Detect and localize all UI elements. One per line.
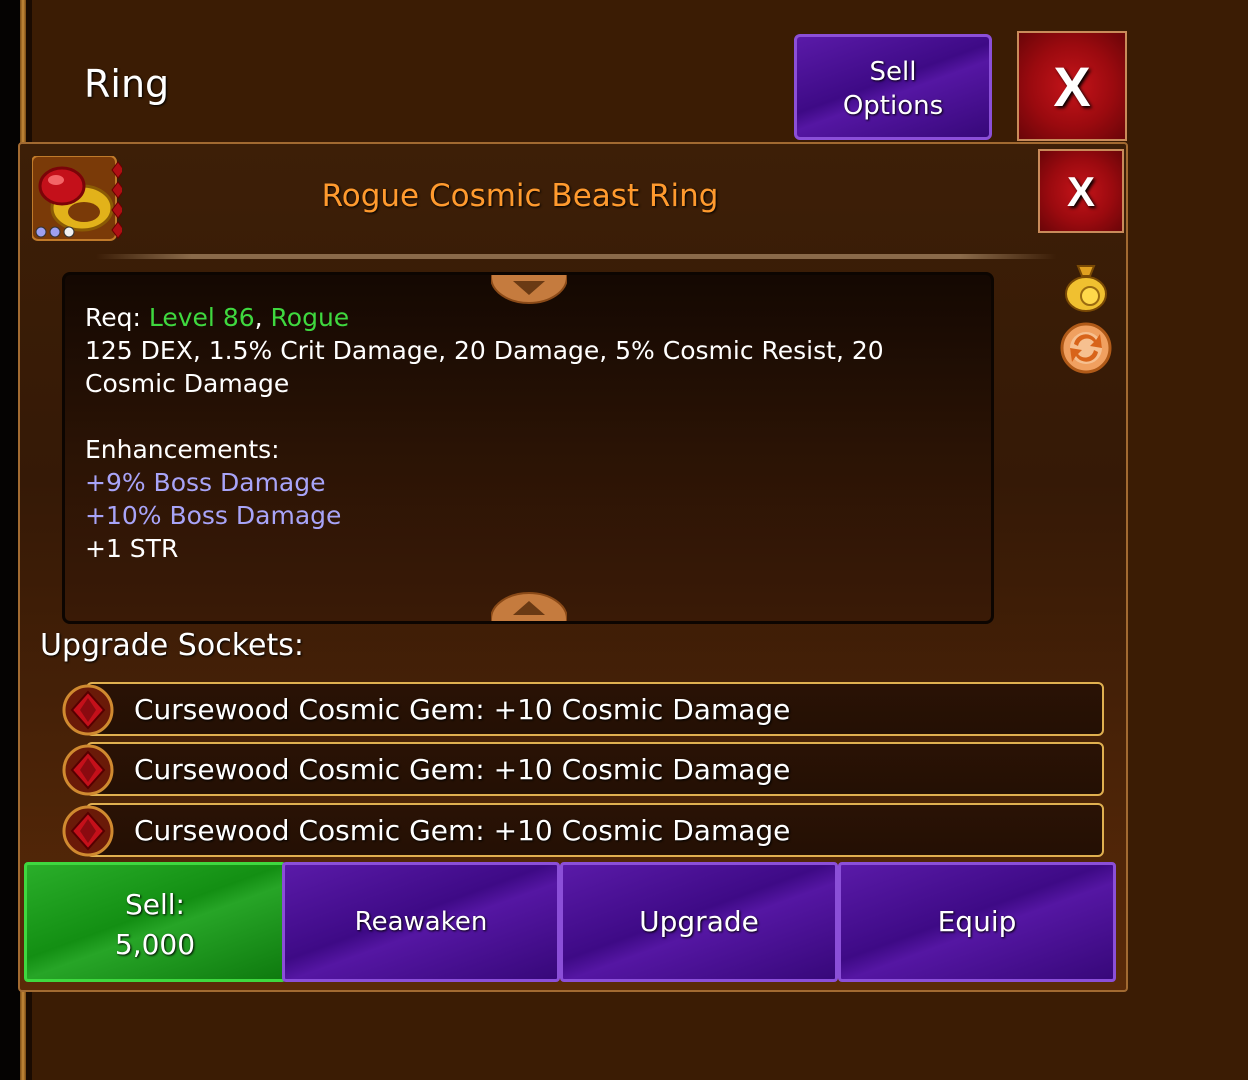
money-bag-icon[interactable] bbox=[1062, 258, 1110, 312]
enhancement-line: +1 STR bbox=[85, 534, 179, 563]
base-stats: 125 DEX, 1.5% Crit Damage, 20 Damage, 5%… bbox=[85, 336, 884, 398]
req-class: Rogue bbox=[270, 303, 350, 332]
swap-arrows-icon[interactable] bbox=[1060, 322, 1112, 374]
sell-button[interactable]: Sell: 5,000 bbox=[24, 862, 286, 982]
equip-button[interactable]: Equip bbox=[838, 862, 1116, 982]
enhancement-line: +9% Boss Damage bbox=[85, 468, 326, 497]
item-name: Rogue Cosmic Beast Ring bbox=[321, 178, 719, 214]
socket-row[interactable]: Cursewood Cosmic Gem: +10 Cosmic Damage bbox=[86, 803, 1104, 857]
socket-text: Cursewood Cosmic Gem: +10 Cosmic Damage bbox=[134, 814, 791, 847]
socket-text: Cursewood Cosmic Gem: +10 Cosmic Damage bbox=[134, 753, 791, 786]
sell-options-line2: Options bbox=[842, 91, 944, 121]
item-detail-panel: Rogue Cosmic Beast Ring X Req: Level 86,… bbox=[18, 142, 1128, 992]
socket-row[interactable]: Cursewood Cosmic Gem: +10 Cosmic Damage bbox=[86, 742, 1104, 796]
close-window-button[interactable]: X bbox=[1017, 31, 1127, 141]
red-gem-icon bbox=[62, 744, 114, 796]
title-divider bbox=[96, 254, 1056, 259]
red-gem-icon bbox=[62, 805, 114, 857]
sell-options-line1: Sell bbox=[869, 57, 917, 87]
reawaken-button[interactable]: Reawaken bbox=[282, 862, 560, 982]
req-label: Req: bbox=[85, 303, 141, 332]
item-description-box[interactable]: Req: Level 86, Rogue 125 DEX, 1.5% Crit … bbox=[62, 272, 994, 624]
scroll-down-arrow-icon[interactable] bbox=[490, 589, 568, 621]
enhancements-label: Enhancements: bbox=[85, 435, 280, 464]
sell-price: 5,000 bbox=[114, 928, 196, 961]
requirements-line: Req: Level 86, Rogue bbox=[85, 301, 965, 334]
enhancement-line: +10% Boss Damage bbox=[85, 501, 342, 530]
close-item-button[interactable]: X bbox=[1038, 149, 1124, 233]
socket-row[interactable]: Cursewood Cosmic Gem: +10 Cosmic Damage bbox=[86, 682, 1104, 736]
req-separator: , bbox=[254, 303, 263, 332]
req-level: Level 86 bbox=[148, 303, 255, 332]
screen-left-edge bbox=[0, 0, 20, 1080]
window-title: Ring bbox=[84, 62, 170, 106]
sell-options-button[interactable]: Sell Options bbox=[794, 34, 992, 140]
upgrade-sockets-label: Upgrade Sockets: bbox=[40, 628, 304, 663]
red-gem-icon bbox=[62, 684, 114, 736]
socket-text: Cursewood Cosmic Gem: +10 Cosmic Damage bbox=[134, 693, 791, 726]
sell-label: Sell: bbox=[125, 888, 185, 921]
upgrade-button[interactable]: Upgrade bbox=[560, 862, 838, 982]
item-stats-text: Req: Level 86, Rogue 125 DEX, 1.5% Crit … bbox=[85, 301, 965, 565]
